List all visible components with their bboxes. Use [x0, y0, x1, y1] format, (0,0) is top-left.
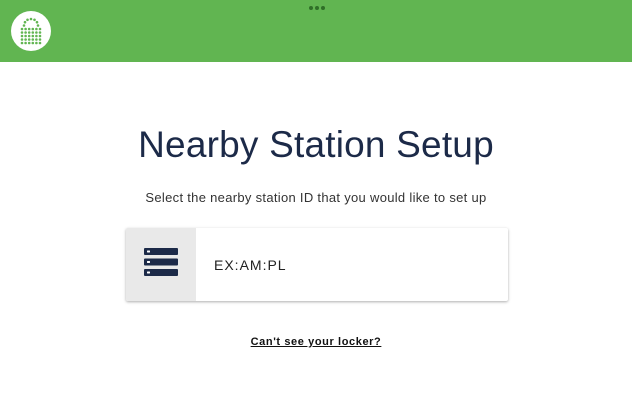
station-icon-container: [126, 228, 196, 301]
page-title: Nearby Station Setup: [138, 124, 494, 165]
locker-logo-icon[interactable]: [11, 11, 51, 51]
header-bar: [0, 0, 632, 62]
server-stack-icon: [144, 248, 178, 281]
cant-see-locker-link[interactable]: Can't see your locker?: [0, 336, 632, 348]
station-id-label: EX:AM:PL: [214, 256, 287, 273]
page-subtitle: Select the nearby station ID that you wo…: [145, 190, 487, 205]
page: Nearby Station Setup Select the nearby s…: [0, 0, 632, 396]
more-horizontal-icon[interactable]: [309, 6, 325, 11]
station-option-card[interactable]: EX:AM:PL: [126, 228, 508, 301]
